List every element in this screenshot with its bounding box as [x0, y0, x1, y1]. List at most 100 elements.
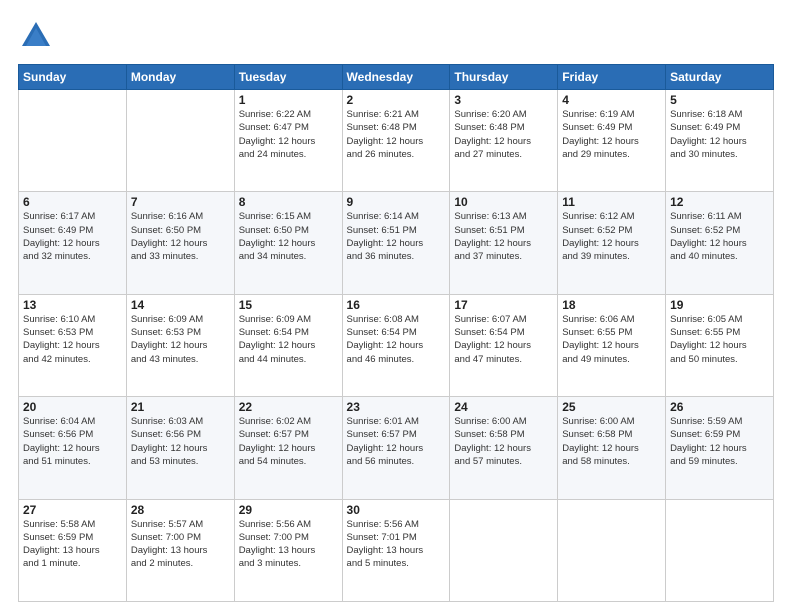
calendar-week-5: 27Sunrise: 5:58 AM Sunset: 6:59 PM Dayli…	[19, 499, 774, 601]
header	[18, 18, 774, 54]
calendar-cell: 3Sunrise: 6:20 AM Sunset: 6:48 PM Daylig…	[450, 90, 558, 192]
day-info: Sunrise: 6:00 AM Sunset: 6:58 PM Dayligh…	[454, 415, 553, 468]
day-number: 9	[347, 195, 446, 209]
day-header-friday: Friday	[558, 65, 666, 90]
day-number: 18	[562, 298, 661, 312]
day-number: 20	[23, 400, 122, 414]
calendar-cell: 4Sunrise: 6:19 AM Sunset: 6:49 PM Daylig…	[558, 90, 666, 192]
page: SundayMondayTuesdayWednesdayThursdayFrid…	[0, 0, 792, 612]
day-info: Sunrise: 6:09 AM Sunset: 6:54 PM Dayligh…	[239, 313, 338, 366]
day-info: Sunrise: 6:22 AM Sunset: 6:47 PM Dayligh…	[239, 108, 338, 161]
calendar-cell	[126, 90, 234, 192]
day-number: 19	[670, 298, 769, 312]
day-info: Sunrise: 6:09 AM Sunset: 6:53 PM Dayligh…	[131, 313, 230, 366]
calendar-cell: 28Sunrise: 5:57 AM Sunset: 7:00 PM Dayli…	[126, 499, 234, 601]
calendar-cell: 18Sunrise: 6:06 AM Sunset: 6:55 PM Dayli…	[558, 294, 666, 396]
day-info: Sunrise: 6:15 AM Sunset: 6:50 PM Dayligh…	[239, 210, 338, 263]
day-number: 8	[239, 195, 338, 209]
calendar-cell: 15Sunrise: 6:09 AM Sunset: 6:54 PM Dayli…	[234, 294, 342, 396]
day-info: Sunrise: 6:00 AM Sunset: 6:58 PM Dayligh…	[562, 415, 661, 468]
calendar-week-2: 6Sunrise: 6:17 AM Sunset: 6:49 PM Daylig…	[19, 192, 774, 294]
day-number: 24	[454, 400, 553, 414]
day-number: 21	[131, 400, 230, 414]
day-info: Sunrise: 6:03 AM Sunset: 6:56 PM Dayligh…	[131, 415, 230, 468]
calendar-cell: 5Sunrise: 6:18 AM Sunset: 6:49 PM Daylig…	[666, 90, 774, 192]
day-header-thursday: Thursday	[450, 65, 558, 90]
calendar-cell	[666, 499, 774, 601]
calendar-cell: 9Sunrise: 6:14 AM Sunset: 6:51 PM Daylig…	[342, 192, 450, 294]
calendar-cell: 8Sunrise: 6:15 AM Sunset: 6:50 PM Daylig…	[234, 192, 342, 294]
calendar-cell: 16Sunrise: 6:08 AM Sunset: 6:54 PM Dayli…	[342, 294, 450, 396]
day-info: Sunrise: 5:58 AM Sunset: 6:59 PM Dayligh…	[23, 518, 122, 571]
calendar-cell: 11Sunrise: 6:12 AM Sunset: 6:52 PM Dayli…	[558, 192, 666, 294]
calendar-cell: 14Sunrise: 6:09 AM Sunset: 6:53 PM Dayli…	[126, 294, 234, 396]
calendar-cell: 10Sunrise: 6:13 AM Sunset: 6:51 PM Dayli…	[450, 192, 558, 294]
calendar-cell	[558, 499, 666, 601]
day-number: 28	[131, 503, 230, 517]
calendar-cell: 12Sunrise: 6:11 AM Sunset: 6:52 PM Dayli…	[666, 192, 774, 294]
day-header-sunday: Sunday	[19, 65, 127, 90]
day-number: 3	[454, 93, 553, 107]
calendar-cell: 17Sunrise: 6:07 AM Sunset: 6:54 PM Dayli…	[450, 294, 558, 396]
calendar-cell: 1Sunrise: 6:22 AM Sunset: 6:47 PM Daylig…	[234, 90, 342, 192]
day-info: Sunrise: 6:19 AM Sunset: 6:49 PM Dayligh…	[562, 108, 661, 161]
day-number: 5	[670, 93, 769, 107]
day-header-tuesday: Tuesday	[234, 65, 342, 90]
calendar-cell: 23Sunrise: 6:01 AM Sunset: 6:57 PM Dayli…	[342, 397, 450, 499]
day-info: Sunrise: 6:14 AM Sunset: 6:51 PM Dayligh…	[347, 210, 446, 263]
day-number: 30	[347, 503, 446, 517]
day-info: Sunrise: 6:12 AM Sunset: 6:52 PM Dayligh…	[562, 210, 661, 263]
day-info: Sunrise: 6:10 AM Sunset: 6:53 PM Dayligh…	[23, 313, 122, 366]
calendar-week-1: 1Sunrise: 6:22 AM Sunset: 6:47 PM Daylig…	[19, 90, 774, 192]
calendar-table: SundayMondayTuesdayWednesdayThursdayFrid…	[18, 64, 774, 602]
day-number: 23	[347, 400, 446, 414]
day-number: 25	[562, 400, 661, 414]
day-number: 26	[670, 400, 769, 414]
calendar-cell: 19Sunrise: 6:05 AM Sunset: 6:55 PM Dayli…	[666, 294, 774, 396]
day-info: Sunrise: 6:18 AM Sunset: 6:49 PM Dayligh…	[670, 108, 769, 161]
day-number: 6	[23, 195, 122, 209]
calendar-cell: 29Sunrise: 5:56 AM Sunset: 7:00 PM Dayli…	[234, 499, 342, 601]
day-number: 13	[23, 298, 122, 312]
calendar-cell: 24Sunrise: 6:00 AM Sunset: 6:58 PM Dayli…	[450, 397, 558, 499]
calendar-cell	[19, 90, 127, 192]
day-info: Sunrise: 5:56 AM Sunset: 7:01 PM Dayligh…	[347, 518, 446, 571]
calendar-cell: 21Sunrise: 6:03 AM Sunset: 6:56 PM Dayli…	[126, 397, 234, 499]
day-header-monday: Monday	[126, 65, 234, 90]
day-number: 15	[239, 298, 338, 312]
day-info: Sunrise: 6:02 AM Sunset: 6:57 PM Dayligh…	[239, 415, 338, 468]
day-info: Sunrise: 6:08 AM Sunset: 6:54 PM Dayligh…	[347, 313, 446, 366]
calendar-header-row: SundayMondayTuesdayWednesdayThursdayFrid…	[19, 65, 774, 90]
calendar-cell: 20Sunrise: 6:04 AM Sunset: 6:56 PM Dayli…	[19, 397, 127, 499]
day-number: 16	[347, 298, 446, 312]
day-info: Sunrise: 6:17 AM Sunset: 6:49 PM Dayligh…	[23, 210, 122, 263]
calendar-cell: 7Sunrise: 6:16 AM Sunset: 6:50 PM Daylig…	[126, 192, 234, 294]
day-info: Sunrise: 5:59 AM Sunset: 6:59 PM Dayligh…	[670, 415, 769, 468]
calendar-week-3: 13Sunrise: 6:10 AM Sunset: 6:53 PM Dayli…	[19, 294, 774, 396]
day-number: 2	[347, 93, 446, 107]
day-info: Sunrise: 6:13 AM Sunset: 6:51 PM Dayligh…	[454, 210, 553, 263]
day-info: Sunrise: 5:56 AM Sunset: 7:00 PM Dayligh…	[239, 518, 338, 571]
day-info: Sunrise: 6:05 AM Sunset: 6:55 PM Dayligh…	[670, 313, 769, 366]
day-info: Sunrise: 6:01 AM Sunset: 6:57 PM Dayligh…	[347, 415, 446, 468]
day-info: Sunrise: 6:11 AM Sunset: 6:52 PM Dayligh…	[670, 210, 769, 263]
day-number: 29	[239, 503, 338, 517]
day-number: 27	[23, 503, 122, 517]
day-number: 1	[239, 93, 338, 107]
calendar-week-4: 20Sunrise: 6:04 AM Sunset: 6:56 PM Dayli…	[19, 397, 774, 499]
calendar-cell: 2Sunrise: 6:21 AM Sunset: 6:48 PM Daylig…	[342, 90, 450, 192]
logo-icon	[18, 18, 54, 54]
day-header-saturday: Saturday	[666, 65, 774, 90]
calendar-cell: 26Sunrise: 5:59 AM Sunset: 6:59 PM Dayli…	[666, 397, 774, 499]
calendar-cell	[450, 499, 558, 601]
day-number: 17	[454, 298, 553, 312]
day-number: 22	[239, 400, 338, 414]
day-number: 4	[562, 93, 661, 107]
day-number: 7	[131, 195, 230, 209]
day-number: 12	[670, 195, 769, 209]
day-info: Sunrise: 6:16 AM Sunset: 6:50 PM Dayligh…	[131, 210, 230, 263]
day-number: 14	[131, 298, 230, 312]
calendar-cell: 27Sunrise: 5:58 AM Sunset: 6:59 PM Dayli…	[19, 499, 127, 601]
day-info: Sunrise: 6:07 AM Sunset: 6:54 PM Dayligh…	[454, 313, 553, 366]
calendar-cell: 22Sunrise: 6:02 AM Sunset: 6:57 PM Dayli…	[234, 397, 342, 499]
